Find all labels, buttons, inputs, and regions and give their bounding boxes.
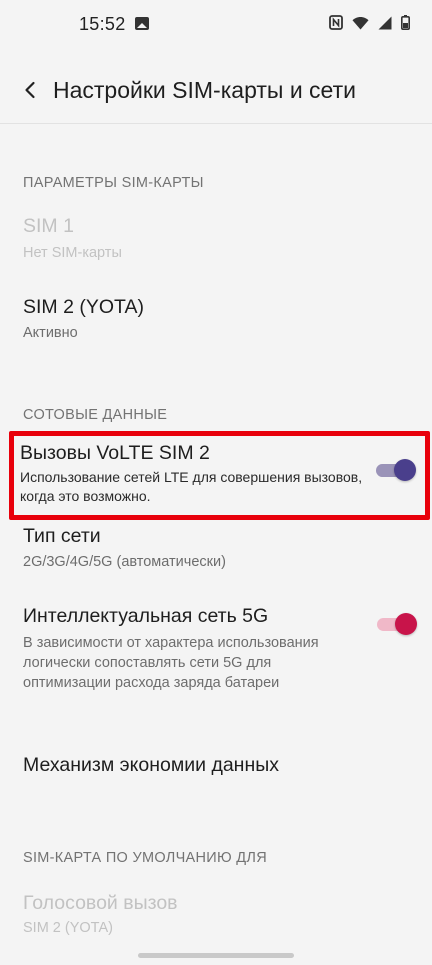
status-time: 15:52 [79, 14, 126, 34]
network-type-title: Тип сети [23, 525, 101, 547]
page-title: Настройки SIM-карты и сети [53, 77, 356, 103]
network-type-subtitle: 2G/3G/4G/5G (автоматически) [23, 554, 226, 570]
gesture-nav-handle[interactable] [138, 953, 294, 958]
sim1-title: SIM 1 [23, 215, 74, 237]
sim2-subtitle: Активно [23, 325, 78, 341]
smart-5g-title: Интеллектуальная сеть 5G [23, 605, 269, 627]
app-bar: Настройки SIM-карты и сети [0, 58, 432, 124]
voice-call-title: Голосовой вызов [23, 892, 178, 914]
smart-5g-toggle-thumb [395, 613, 417, 635]
battery-icon [401, 15, 410, 30]
smart-5g-subtitle: В зависимости от характера использования… [23, 635, 319, 691]
section-header-cellular: СОТОВЫЕ ДАННЫЕ [23, 407, 168, 423]
sim2-title: SIM 2 (YOTA) [23, 296, 144, 318]
status-bar: 15:52 [0, 0, 432, 50]
back-button[interactable] [14, 76, 46, 108]
signal-icon [378, 16, 392, 30]
voice-call-subtitle: SIM 2 (YOTA) [23, 920, 113, 936]
wifi-icon [352, 16, 369, 30]
chevron-left-icon [24, 81, 36, 104]
sim1-subtitle: Нет SIM-карты [23, 245, 122, 261]
smart-5g-toggle[interactable] [377, 613, 417, 635]
data-saver-title: Механизм экономии данных [23, 754, 279, 776]
section-header-default-sim: SIM-КАРТА ПО УМОЛЧАНИЮ ДЛЯ [23, 850, 267, 866]
nfc-icon [329, 15, 343, 30]
status-icons [329, 15, 410, 30]
highlight-box [9, 431, 430, 520]
gallery-icon [135, 17, 149, 30]
section-header-sim-params: ПАРАМЕТРЫ SIM-КАРТЫ [23, 175, 204, 191]
